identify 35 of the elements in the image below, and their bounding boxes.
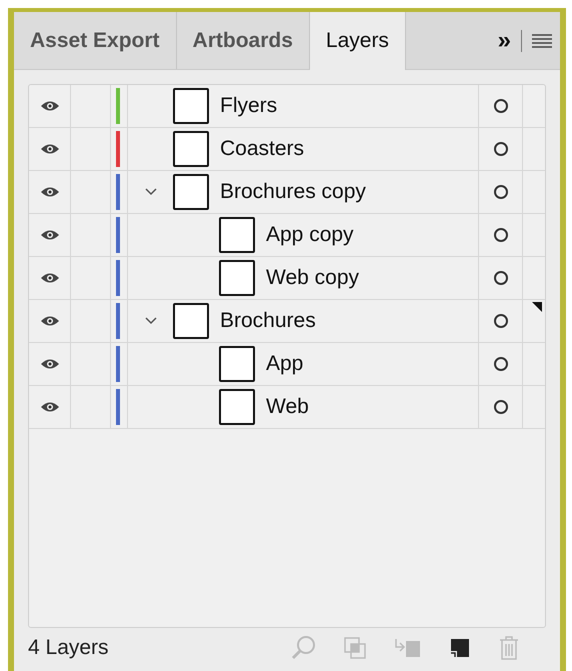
layer-name[interactable]: Flyers [220,90,278,122]
layer-count: 4 Layers [28,635,109,662]
eye-icon[interactable] [40,272,60,284]
eye-icon[interactable] [40,401,60,413]
eye-icon[interactable] [40,100,60,112]
layer-name[interactable]: Brochures copy [220,176,366,208]
layer-thumbnail [173,88,209,124]
chevron-icon[interactable] [145,188,157,196]
layer-color-bar [116,346,120,382]
layer-color-bar [116,389,120,425]
layer-thumbnail [173,174,209,210]
eye-icon[interactable] [40,186,60,198]
layer-name[interactable]: Web [266,391,309,423]
layer-name[interactable]: Coasters [220,133,304,165]
overflow-label[interactable]: » [498,22,511,58]
layer-thumbnail [173,131,209,167]
layer-name[interactable]: App [266,348,304,380]
layer-color-bar [116,260,120,296]
layer-name[interactable]: App copy [266,219,354,251]
layer-color-bar [116,217,120,253]
panel-tab[interactable]: Layers [310,12,406,70]
eye-icon[interactable] [40,229,60,241]
new-layer-icon[interactable] [449,637,471,659]
layer-thumbnail [219,260,255,296]
menu-icon[interactable] [532,32,552,48]
layer-thumbnail [219,346,255,382]
eye-icon[interactable] [40,143,60,155]
chevron-icon[interactable] [145,317,157,325]
layer-thumbnail [219,217,255,253]
layer-thumbnail [173,303,209,339]
layer-thumbnail [219,389,255,425]
layer-name[interactable]: Brochures [220,305,316,337]
eye-icon[interactable] [40,315,60,327]
eye-icon[interactable] [40,358,60,370]
layer-name[interactable]: Web copy [266,262,359,294]
